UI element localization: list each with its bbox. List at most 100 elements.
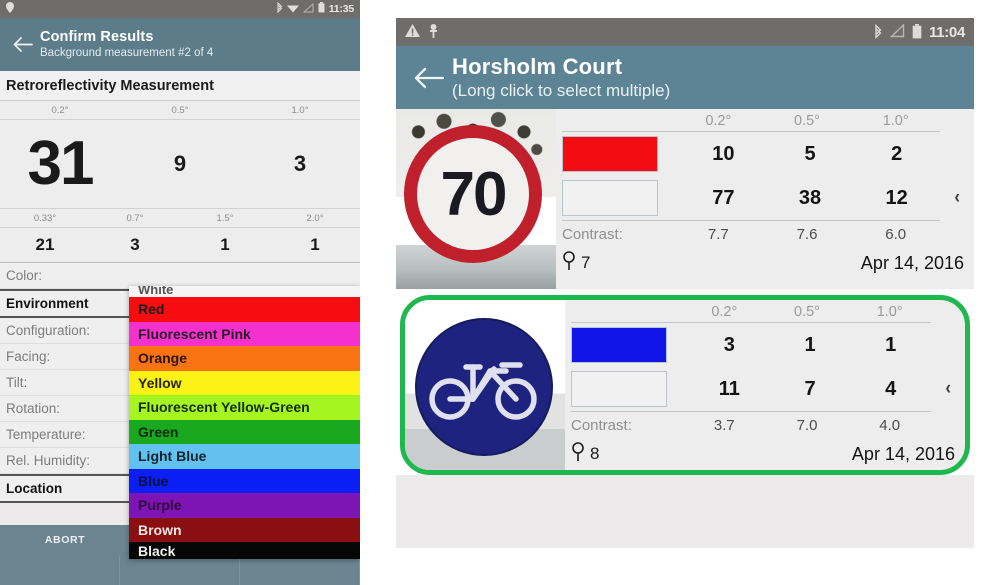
signal-icon [302,2,314,16]
measurement-header-row-2: 0.33° 0.7° 1.5° 2.0° [0,209,360,228]
right-status-icons-left [405,23,439,41]
right-status-icons-right: 11:04 [873,23,965,41]
contrast-value: 6.0 [885,225,907,243]
color-option-fluorescent-yellow-green[interactable]: Fluorescent Yellow-Green [129,395,360,420]
card-data-row-secondary: 11 7 4 ‹ [565,367,965,411]
location-hint: (Long click to select multiple) [452,80,671,100]
color-option-label: White [138,286,174,297]
chevron-left-icon[interactable]: ‹ [940,187,974,209]
card-contrast-row: Contrast: 7.7 7.6 6.0 [556,221,974,247]
color-option-label: Green [138,423,179,440]
color-option-white[interactable]: White [129,286,360,297]
contrast-value: 7.6 [796,225,818,243]
right-appbar-titles: Horsholm Court (Long click to select mul… [452,54,670,101]
page-title: Confirm Results [40,28,154,45]
abort-button[interactable]: ABORT [0,525,130,555]
angle-header: 1.0° [882,113,909,129]
contrast-value: 7.7 [707,225,729,243]
color-option-label: Black [138,542,176,559]
card-data-row-primary: 10 5 2 [556,132,974,176]
left-appbar-titles: Confirm Results Background measurement #… [40,28,213,61]
color-option-label: Yellow [138,374,182,391]
sign-value-label: 70 [440,159,508,229]
field-label: Temperature: [6,427,86,442]
measurement-value: 11 [718,377,740,400]
measurement-value-row-1: 31 9 3 [0,120,360,209]
color-option-label: Fluorescent Yellow-Green [138,399,310,416]
color-swatch-cell [556,180,680,216]
color-swatch-cell [556,136,680,172]
left-status-icons-left [6,2,14,16]
back-arrow-icon[interactable] [8,30,38,60]
left-status-time: 11:35 [328,3,354,15]
color-swatch-cell [565,327,689,363]
warning-triangle-icon [405,24,420,40]
card-contrast-row: Contrast: 3.7 7.0 4.0 [565,412,965,438]
field-label: Rel. Humidity: [6,453,91,468]
color-option-black[interactable]: Black [129,542,360,559]
field-label: Color: [6,268,43,283]
color-option-fluorescent-pink[interactable]: Fluorescent Pink [129,321,360,346]
right-app-bar: Horsholm Court (Long click to select mul… [396,46,974,109]
color-option-light-blue[interactable]: Light Blue [129,444,360,469]
color-option-yellow[interactable]: Yellow [129,370,360,395]
angle-header: 1.5° [216,213,234,224]
field-label: Tilt: [6,375,28,390]
color-option-blue[interactable]: Blue [129,468,360,493]
color-option-green[interactable]: Green [129,419,360,444]
color-option-label: Brown [138,521,182,538]
pin-count: 8 [590,444,600,463]
bicycle-icon [429,362,537,420]
section-title-retroreflectivity: Retroreflectivity Measurement [0,71,360,101]
angle-header: 2.0° [306,213,324,224]
color-option-brown[interactable]: Brown [129,517,360,542]
color-option-purple[interactable]: Purple [129,493,360,518]
left-phone-screen: 11:35 Confirm Results Background measure… [0,0,360,585]
card-column-headers: 0.2° 0.5° 1.0° [565,302,965,322]
location-title: Horsholm Court [452,54,623,80]
wifi-icon [286,3,299,16]
measurement-value: 21 [35,235,55,254]
color-dropdown-popup[interactable]: White Red Fluorescent Pink Orange Yellow… [129,286,360,559]
field-label: Location [6,481,63,496]
right-phone-screen: 11:04 Horsholm Court (Long click to sele… [396,18,974,548]
left-system-nav-bar [0,555,360,585]
measurement-card[interactable]: 70 0.2° 0.5° 1.0° 10 5 2 77 38 12 ‹ Cont… [396,109,974,289]
measurement-value-row-2: 21 3 1 1 [0,228,360,263]
measurement-value: 31 [27,129,95,198]
measurement-value: 3 [723,333,735,356]
measurement-card-selected[interactable]: 0.2° 0.5° 1.0° 3 1 1 11 7 4 ‹ Contrast: … [400,295,970,475]
pin-count: 7 [581,253,591,272]
measurement-value: 38 [798,186,822,209]
angle-header: 0.5° [794,113,820,129]
angle-header: 1.0° [291,105,309,116]
signal-icon [889,23,905,40]
sign-thumbnail-bicycle-route[interactable] [405,300,565,470]
color-option-label: Red [138,301,165,318]
left-app-bar: Confirm Results Background measurement #… [0,18,360,71]
contrast-value: 4.0 [879,416,901,434]
pin-count-group: 7 [562,250,591,276]
nav-back-button[interactable] [0,555,120,585]
nav-home-button[interactable] [120,555,240,585]
bluetooth-icon [873,23,883,41]
color-option-label: Light Blue [138,448,207,465]
measurement-value: 77 [712,186,735,209]
angle-header: 0.2° [711,304,738,320]
nav-recents-button[interactable] [240,555,360,585]
back-arrow-icon[interactable] [406,67,452,89]
measurement-value: 5 [804,142,816,165]
measurement-value: 10 [712,142,735,165]
angle-header: 0.7° [126,213,144,224]
sign-thumbnail-speed-limit-70[interactable]: 70 [396,109,556,289]
card-data-row-primary: 3 1 1 [565,323,965,367]
color-option-label: Orange [138,350,188,367]
chevron-left-icon[interactable]: ‹ [931,378,965,400]
color-option-label: Blue [138,472,169,489]
measurement-value: 7 [804,377,816,400]
contrast-value: 7.0 [796,416,818,434]
color-option-orange[interactable]: Orange [129,346,360,371]
location-pin-icon [571,441,585,467]
color-option-red[interactable]: Red [129,297,360,322]
contrast-label: Contrast: [562,225,623,243]
